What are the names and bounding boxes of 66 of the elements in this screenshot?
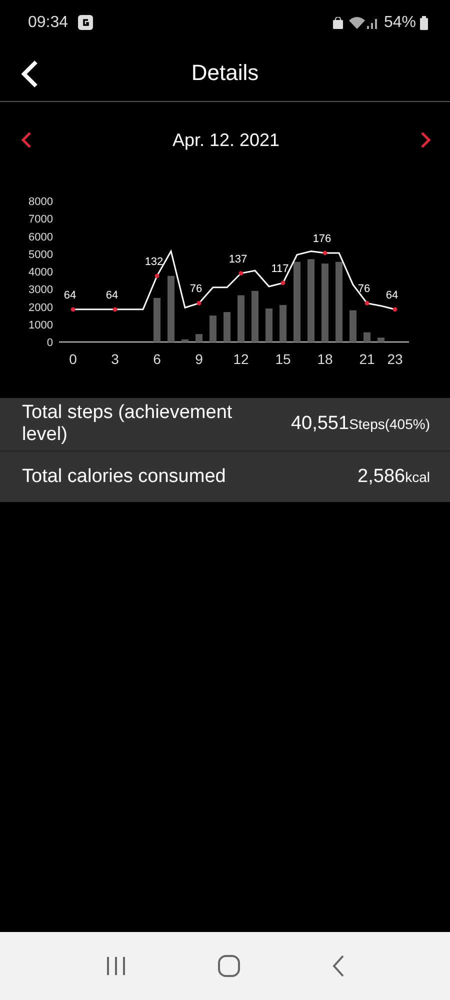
page-title: Details: [191, 60, 259, 86]
summary-label: Total steps (achievement level): [22, 402, 234, 446]
axis-label: 0: [69, 351, 77, 367]
point-marker: [112, 307, 118, 312]
point-marker: [70, 307, 76, 312]
chevron-right-icon: [420, 131, 432, 149]
axis-label: 1000: [28, 319, 53, 332]
battery-percentage: 54%: [384, 14, 416, 32]
axis-label: 4000: [28, 266, 53, 278]
rounded-square-icon: [217, 954, 241, 978]
axis-label: 5000: [28, 248, 53, 261]
data-label: 137: [228, 253, 248, 266]
point-marker: [392, 307, 398, 312]
point-marker: [154, 274, 160, 278]
axis-label: 12: [233, 351, 249, 367]
bar: [266, 308, 272, 342]
bar: [154, 298, 160, 342]
lock-icon: [332, 16, 343, 28]
summary-label: Total calories consumed: [22, 466, 226, 488]
axis-label: 0: [46, 337, 53, 349]
data-label: 64: [64, 289, 76, 302]
bar: [378, 338, 384, 342]
bar: [364, 332, 370, 342]
data-label: 64: [106, 289, 118, 302]
axis-label: 8000: [28, 196, 53, 208]
axis-label: 2000: [28, 302, 53, 314]
signal-icon: [366, 16, 379, 28]
axis-label: 6000: [28, 231, 53, 244]
data-label: 76: [358, 283, 370, 296]
status-time: 09:34: [28, 14, 68, 32]
axis-label: 6: [153, 351, 161, 367]
point-marker: [280, 280, 286, 286]
battery-icon: [420, 16, 428, 30]
bar: [224, 312, 230, 342]
bar: [252, 290, 258, 342]
date-label: Apr. 12. 2021: [172, 130, 280, 150]
summary-value: 2,586kcal: [358, 466, 430, 488]
point-marker: [238, 271, 244, 276]
three-lines-icon: [105, 956, 127, 976]
chevron-left-icon: [331, 955, 345, 977]
point-marker: [364, 301, 370, 306]
axis-label: 9: [195, 351, 203, 367]
axis-label: 21: [359, 351, 375, 367]
axis-label: 3000: [28, 284, 53, 296]
chevron-left-icon: [20, 131, 32, 149]
bar: [238, 295, 244, 342]
bar: [182, 339, 188, 342]
wifi-icon: [348, 16, 365, 29]
axis-label: 23: [387, 351, 403, 367]
bar: [350, 310, 356, 342]
point-marker: [322, 250, 328, 256]
bar: [280, 305, 286, 342]
bar: [196, 334, 202, 342]
point-marker: [196, 301, 202, 306]
summary-value: 40,551Steps(405%): [290, 413, 430, 435]
data-label: 64: [386, 289, 398, 302]
bar: [168, 276, 174, 342]
data-label: 132: [144, 256, 164, 268]
axis-label: 15: [275, 351, 291, 367]
data-label: 76: [190, 283, 202, 296]
axis-label: 18: [317, 351, 333, 367]
axis-label: 7000: [28, 214, 53, 226]
data-label: 117: [271, 262, 289, 275]
data-label: 176: [312, 233, 332, 245]
axis-label: 3: [111, 351, 119, 367]
bar: [210, 316, 216, 342]
